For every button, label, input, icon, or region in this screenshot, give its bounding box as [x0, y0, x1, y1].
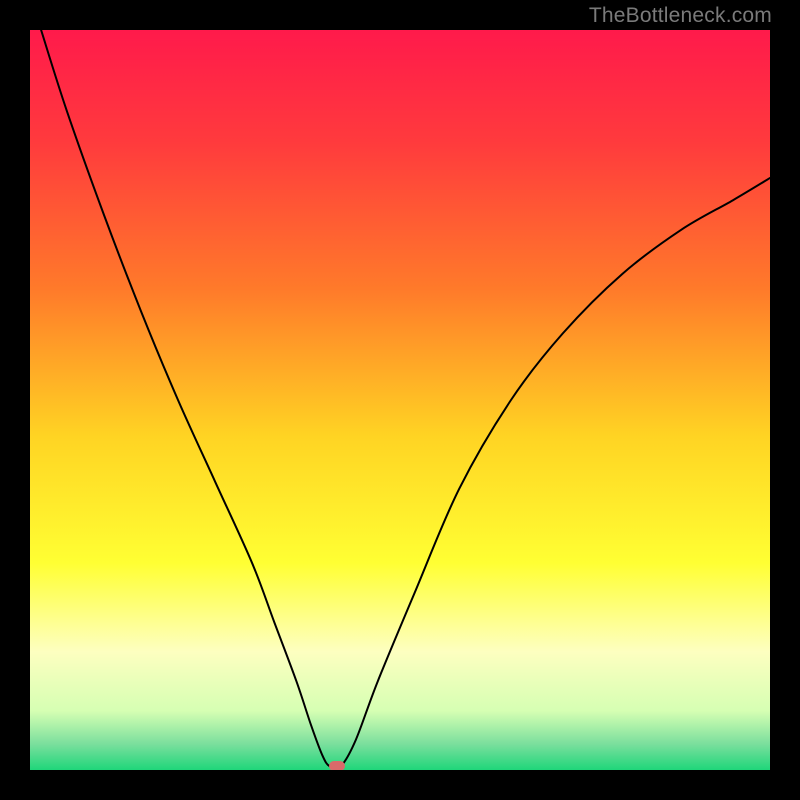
chart-frame: TheBottleneck.com: [0, 0, 800, 800]
plot-area: [30, 30, 770, 770]
watermark-text: TheBottleneck.com: [589, 4, 772, 28]
bottleneck-curve: [30, 30, 770, 770]
optimal-marker: [329, 761, 345, 770]
